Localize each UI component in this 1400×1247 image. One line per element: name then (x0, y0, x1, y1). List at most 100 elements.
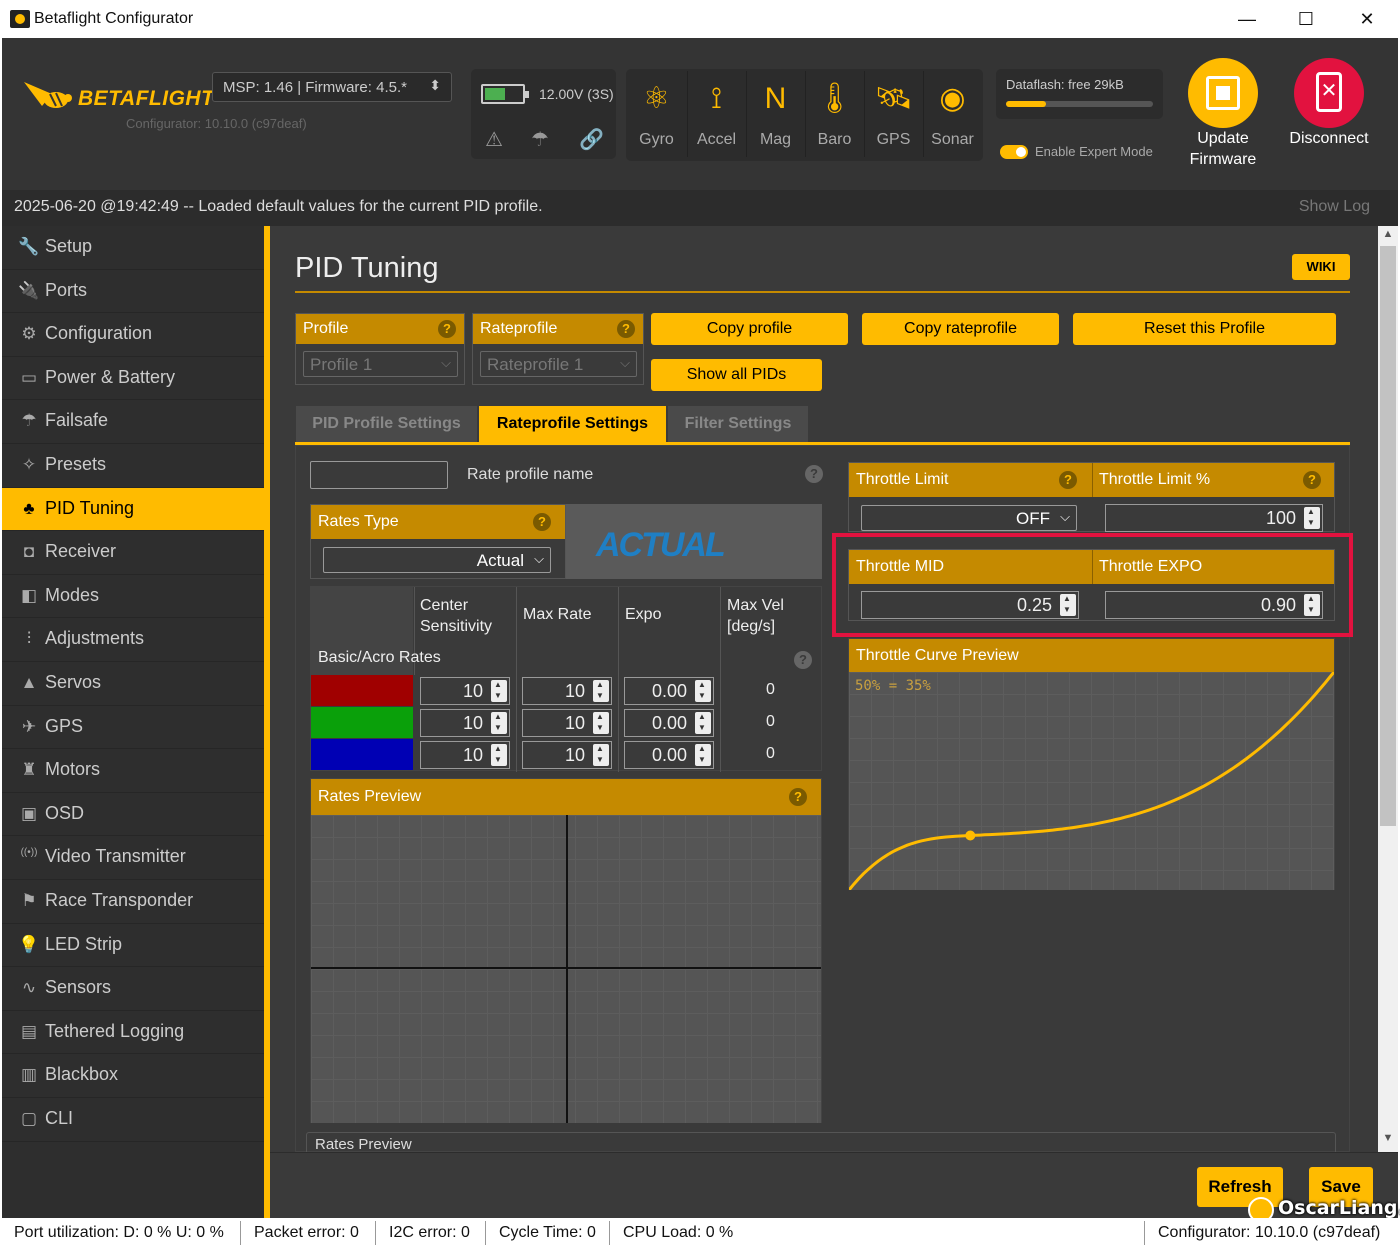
sidebar-item-modes[interactable]: ◧ Modes (2, 575, 264, 619)
sidebar-item-osd[interactable]: ▣ OSD (2, 793, 264, 837)
spinner-arrows-icon[interactable] (491, 744, 507, 766)
sidebar-item-race-transponder[interactable]: ⚑ Race Transponder (2, 880, 264, 924)
tab-pid-profile-settings[interactable]: PID Profile Settings (296, 406, 477, 442)
rates-type-select[interactable]: Actual ⌵ (323, 547, 551, 573)
throttle-mid-expo-panel: Throttle MID Throttle EXPO 0.25 0.90 (848, 549, 1335, 621)
rateprofile-select[interactable]: Rateprofile 1 ⌵ (480, 351, 637, 377)
center-sensitivity-input-value: 10 (462, 745, 483, 765)
scrollbar-thumb[interactable] (1380, 246, 1396, 826)
center-sensitivity-input[interactable]: 10 (420, 709, 510, 737)
spinner-arrows-icon[interactable] (695, 680, 711, 702)
max-rate-input[interactable]: 10 (522, 741, 612, 769)
i2c-error: I2C error: 0 (389, 1224, 470, 1241)
sidebar-item-led-strip[interactable]: 💡 LED Strip (2, 924, 264, 968)
disconnect-label[interactable]: Disconnect (1279, 128, 1379, 149)
sidebar-item-label: CLI (45, 1108, 74, 1128)
max-rate-input[interactable]: 10 (522, 677, 612, 705)
sidebar-item-power-battery[interactable]: ▭ Power & Battery (2, 357, 264, 401)
sidebar-item-failsafe[interactable]: ☂ Failsafe (2, 400, 264, 444)
throttle-expo-input[interactable]: 0.90 (1105, 591, 1323, 619)
reset-profile-button[interactable]: Reset this Profile (1073, 313, 1336, 345)
throttle-limit-select[interactable]: OFF ⌵ (861, 505, 1077, 531)
rate-profile-name-input[interactable] (310, 461, 448, 489)
preview-axis-vertical (566, 815, 568, 1123)
tab-rateprofile-settings[interactable]: Rateprofile Settings (479, 406, 666, 442)
sidebar-item-pid-tuning[interactable]: ♣ PID Tuning (2, 487, 264, 532)
sidebar-item-sensors[interactable]: ∿ Sensors (2, 967, 264, 1011)
sidebar-item-motors[interactable]: ♜ Motors (2, 749, 264, 793)
help-icon[interactable]: ? (438, 320, 456, 338)
help-icon[interactable]: ? (1303, 471, 1321, 489)
show-all-pids-button[interactable]: Show all PIDs (651, 359, 822, 391)
sidebar-item-blackbox[interactable]: ▥ Blackbox (2, 1054, 264, 1098)
profile-label: Profile (303, 320, 349, 337)
throttle-mid-input[interactable]: 0.25 (861, 591, 1079, 619)
help-icon[interactable]: ? (617, 320, 635, 338)
copy-profile-button[interactable]: Copy profile (651, 313, 848, 345)
throttle-mid-value: 0.25 (1016, 595, 1052, 615)
spinner-arrows-icon[interactable] (1304, 594, 1320, 616)
spinner-arrows-icon[interactable] (695, 744, 711, 766)
tab-filter-settings[interactable]: Filter Settings (668, 406, 808, 442)
sidebar-item-setup[interactable]: 🔧 Setup (2, 226, 264, 270)
copy-rateprofile-button[interactable]: Copy rateprofile (862, 313, 1059, 345)
sidebar-item-label: Receiver (45, 541, 117, 562)
show-log-link[interactable]: Show Log (1299, 198, 1370, 216)
failsafe-parachute-icon: ☂ (531, 129, 549, 151)
sidebar-item-configuration[interactable]: ⚙ Configuration (2, 313, 264, 357)
sidebar-item-adjustments[interactable]: ⫶ Adjustments (2, 618, 264, 662)
wiki-button[interactable]: WIKI (1292, 254, 1350, 280)
help-icon[interactable]: ? (789, 788, 807, 806)
spinner-arrows-icon[interactable] (695, 712, 711, 734)
help-icon[interactable]: ? (794, 651, 812, 669)
scroll-up-icon[interactable]: ▲ (1378, 228, 1398, 240)
minimize-button[interactable]: — (1232, 6, 1262, 32)
spinner-arrows-icon[interactable] (491, 680, 507, 702)
sidebar-item-receiver[interactable]: ◘ Receiver (2, 531, 264, 575)
sidebar-item-label: OSD (45, 802, 85, 823)
sidebar-item-tethered-logging[interactable]: ▤ Tethered Logging (2, 1011, 264, 1055)
center-sensitivity-input[interactable]: 10 (420, 677, 510, 705)
blackbox-icon: ▥ (20, 1065, 38, 1085)
rates-preview-header: Rates Preview ? (311, 779, 821, 815)
sidebar-item-presets[interactable]: ✧ Presets (2, 444, 264, 488)
disconnect-button[interactable]: ✕ (1294, 58, 1364, 128)
throttle-limit-pct-input[interactable]: 100 (1105, 504, 1323, 532)
dataflash-panel: Dataflash: free 29kB (996, 69, 1163, 119)
log-bar: 2025-06-20 @19:42:49 -- Loaded default v… (2, 190, 1398, 226)
scroll-down-icon[interactable]: ▼ (1378, 1132, 1398, 1144)
sidebar-item-video-transmitter[interactable]: ((•)) Video Transmitter (2, 836, 264, 880)
sidebar-item-gps[interactable]: ✈ GPS (2, 706, 264, 750)
expo-input[interactable]: 0.00 (624, 677, 714, 705)
max-rate-input[interactable]: 10 (522, 709, 612, 737)
max-rate-input-value: 10 (564, 681, 585, 701)
sidebar-item-servos[interactable]: ▲ Servos (2, 662, 264, 706)
sidebar-item-cli[interactable]: ▢ CLI (2, 1098, 264, 1142)
help-icon[interactable]: ? (805, 465, 823, 483)
spinner-arrows-icon[interactable] (593, 712, 609, 734)
spinner-arrows-icon[interactable] (1060, 594, 1076, 616)
update-firmware-label[interactable]: Update Firmware (1178, 128, 1268, 170)
spinner-arrows-icon[interactable] (593, 680, 609, 702)
toggle-switch[interactable] (1000, 145, 1028, 159)
dataflash-usage-fill (1006, 101, 1046, 107)
throttle-curve-panel: Throttle Curve Preview 50% = 35% (848, 638, 1335, 890)
main-scrollbar[interactable]: ▲ ▼ (1378, 226, 1398, 1152)
expo-input[interactable]: 0.00 (624, 741, 714, 769)
spinner-arrows-icon[interactable] (1304, 507, 1320, 529)
sidebar-item-ports[interactable]: 🔌 Ports (2, 270, 264, 314)
center-sensitivity-input[interactable]: 10 (420, 741, 510, 769)
rateprofile-panel: Rateprofile ? Rateprofile 1 ⌵ (472, 313, 644, 385)
spinner-arrows-icon[interactable] (593, 744, 609, 766)
link-icon: 🔗 (579, 129, 604, 151)
msp-firmware-select[interactable]: MSP: 1.46 | Firmware: 4.5.* ⬍ (212, 72, 452, 102)
expo-input[interactable]: 0.00 (624, 709, 714, 737)
spinner-arrows-icon[interactable] (491, 712, 507, 734)
help-icon[interactable]: ? (533, 513, 551, 531)
close-button[interactable]: ✕ (1352, 6, 1382, 32)
profile-select[interactable]: Profile 1 ⌵ (303, 351, 458, 377)
maximize-button[interactable]: ☐ (1291, 6, 1321, 32)
update-firmware-button[interactable] (1188, 58, 1258, 128)
help-icon[interactable]: ? (1059, 471, 1077, 489)
sidebar-item-label: Servos (45, 672, 102, 692)
